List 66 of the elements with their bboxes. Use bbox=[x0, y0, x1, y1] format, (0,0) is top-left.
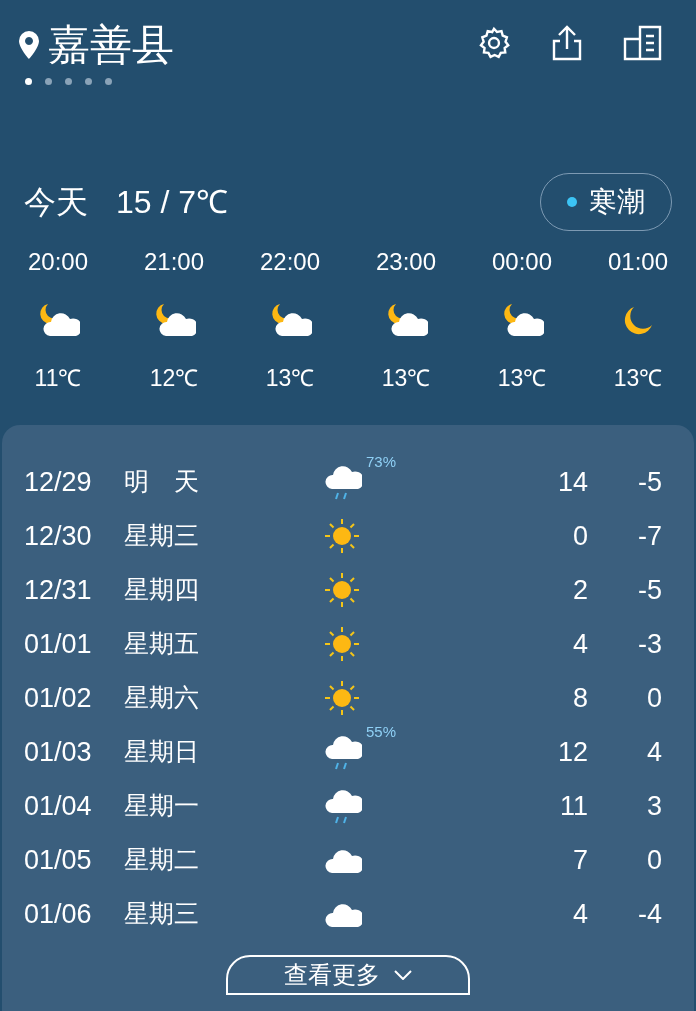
forecast-day: 星期五 bbox=[124, 625, 322, 663]
forecast-day: 明 天 bbox=[124, 463, 322, 501]
city-name: 嘉善县 bbox=[48, 20, 174, 70]
forecast-date: 01/04 bbox=[24, 789, 93, 823]
forecast-low: 0 bbox=[645, 843, 662, 877]
rain-cloud-icon bbox=[322, 787, 362, 825]
forecast-high: 7 bbox=[571, 843, 588, 877]
forecast-high: 12 bbox=[556, 735, 588, 769]
hour-time: 01:00 bbox=[607, 247, 669, 277]
forecast-low: -5 bbox=[637, 573, 662, 607]
sun-icon bbox=[322, 570, 362, 610]
forecast-date: 01/03 bbox=[24, 735, 93, 769]
forecast-high: 2 bbox=[571, 573, 588, 607]
rain-cloud-icon bbox=[322, 463, 362, 501]
forecast-day: 星期一 bbox=[124, 787, 322, 825]
hour-time: 00:00 bbox=[491, 247, 553, 277]
forecast-day: 星期三 bbox=[124, 517, 322, 555]
forecast-date: 12/31 bbox=[24, 573, 93, 607]
forecast-high: 4 bbox=[571, 627, 588, 661]
forecast-day: 星期二 bbox=[124, 841, 322, 879]
forecast-date: 12/29 bbox=[24, 465, 93, 499]
sun-icon bbox=[322, 678, 362, 718]
forecast-low: 4 bbox=[645, 735, 662, 769]
forecast-date: 12/30 bbox=[24, 519, 93, 553]
forecast-low: -4 bbox=[637, 897, 662, 931]
forecast-day: 星期六 bbox=[124, 679, 322, 717]
forecast-date: 01/02 bbox=[24, 681, 93, 715]
forecast-date: 01/06 bbox=[24, 897, 93, 931]
forecast-high: 0 bbox=[571, 519, 588, 553]
chevron-down-icon bbox=[394, 970, 412, 980]
location-pin-icon bbox=[18, 30, 40, 60]
hour-temperature: 12℃ bbox=[149, 364, 199, 393]
today-label: 今天 bbox=[24, 182, 88, 223]
forecast-high: 14 bbox=[556, 465, 588, 499]
sun-icon bbox=[322, 624, 362, 664]
hour-temperature: 13℃ bbox=[265, 364, 315, 393]
forecast-low: -3 bbox=[637, 627, 662, 661]
forecast-day: 星期日 bbox=[124, 733, 322, 771]
sun-icon bbox=[322, 516, 362, 556]
forecast-high: 11 bbox=[558, 789, 588, 823]
buildings-icon[interactable] bbox=[622, 24, 662, 62]
rain-chance: 73% bbox=[366, 452, 397, 472]
hour-time: 22:00 bbox=[259, 247, 321, 277]
hour-temperature: 13℃ bbox=[381, 364, 431, 393]
forecast-date: 01/01 bbox=[24, 627, 93, 661]
forecast-high: 4 bbox=[571, 897, 588, 931]
today-temperature-range: 15 / 7℃ bbox=[116, 183, 229, 222]
hour-temperature: 13℃ bbox=[613, 364, 663, 393]
hour-temperature: 11℃ bbox=[34, 364, 82, 393]
forecast-low: -7 bbox=[637, 519, 662, 553]
forecast-date: 01/05 bbox=[24, 843, 93, 877]
forecast-day: 星期四 bbox=[124, 571, 322, 609]
forecast-day: 星期三 bbox=[124, 895, 322, 933]
hour-temperature: 13℃ bbox=[497, 364, 547, 393]
forecast-high: 8 bbox=[571, 681, 588, 715]
hour-time: 20:00 bbox=[27, 247, 89, 277]
settings-icon[interactable] bbox=[476, 25, 512, 61]
forecast-low: 3 bbox=[645, 789, 662, 823]
hour-time: 21:00 bbox=[143, 247, 205, 277]
hour-time: 23:00 bbox=[375, 247, 437, 277]
view-more-button[interactable]: 查看更多 bbox=[226, 955, 470, 995]
rain-cloud-icon bbox=[322, 733, 362, 771]
rain-chance: 55% bbox=[366, 722, 397, 742]
share-icon[interactable] bbox=[550, 24, 584, 62]
forecast-low: 0 bbox=[645, 681, 662, 715]
forecast-low: -5 bbox=[637, 465, 662, 499]
